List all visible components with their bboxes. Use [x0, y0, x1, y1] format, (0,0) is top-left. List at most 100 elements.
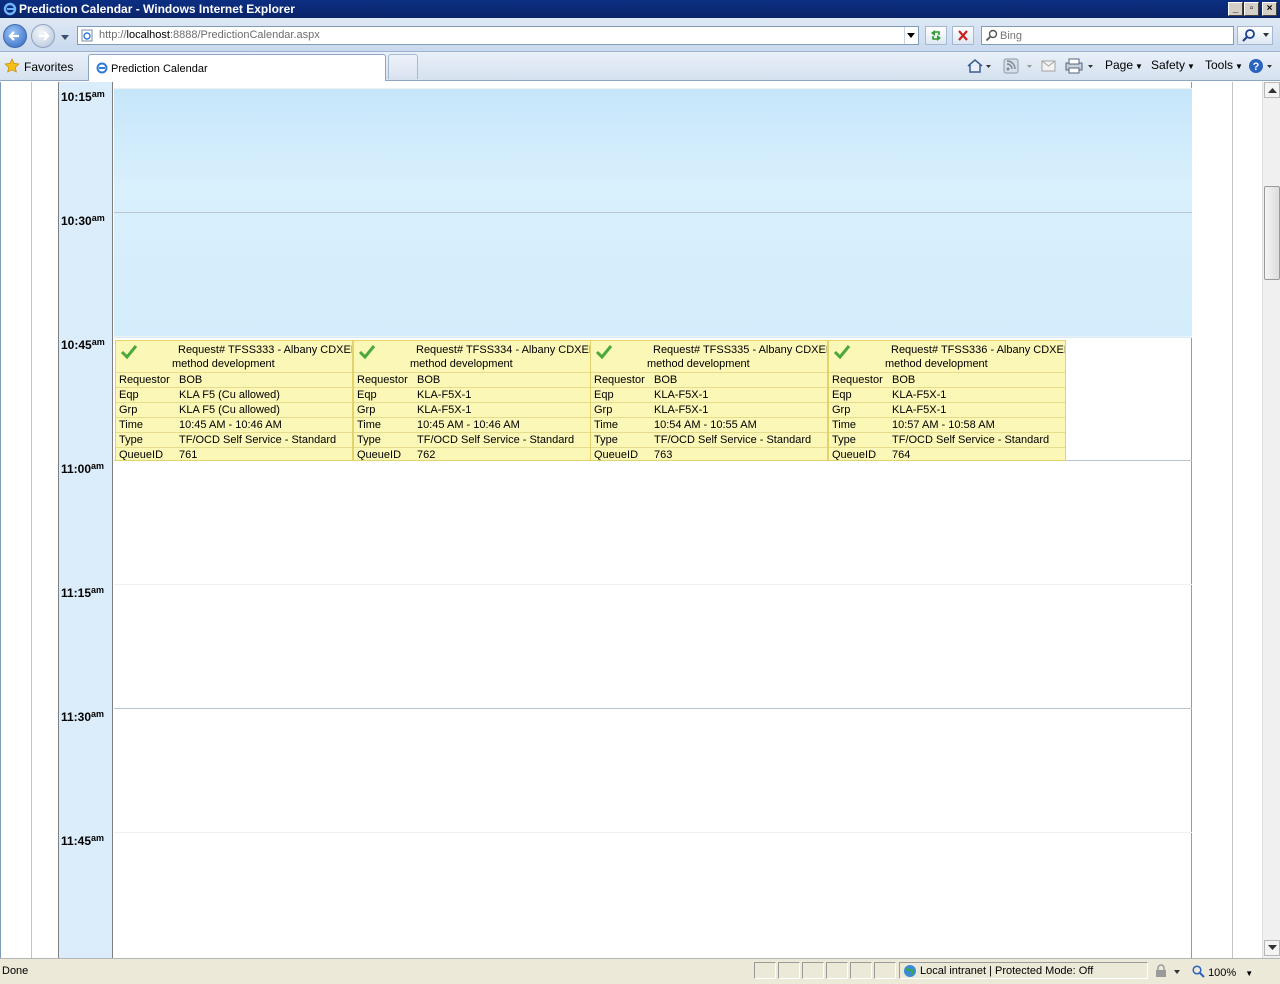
- page-icon: [96, 62, 108, 74]
- star-icon: [4, 58, 20, 73]
- recent-pages-dropdown-icon[interactable]: [60, 32, 70, 42]
- search-icon: [985, 29, 998, 42]
- slot-divider: [114, 336, 1192, 337]
- time-slot-label: 10:30am: [61, 213, 105, 228]
- page-menu[interactable]: Page ▼: [1105, 58, 1143, 72]
- zoom-control[interactable]: 100% ▼: [1192, 965, 1253, 979]
- event-field-value: BOB: [414, 372, 590, 388]
- event-field-label: Type: [591, 432, 651, 448]
- search-button[interactable]: [1237, 26, 1273, 45]
- vertical-scrollbar[interactable]: [1262, 82, 1280, 958]
- calendar-grid[interactable]: Request# TFSS333 - Albany CDXEM method de…: [114, 82, 1192, 958]
- event-field-value: 761: [176, 447, 352, 460]
- print-icon[interactable]: [1064, 57, 1096, 75]
- event-detail-row: Time 10:45 AM - 10:46 AM: [354, 417, 590, 433]
- event-field-label: Requestor: [354, 372, 414, 388]
- event-card[interactable]: Request# TFSS334 - Albany CDXEM method de…: [353, 340, 591, 461]
- event-detail-row: Grp KLA-F5X-1: [829, 402, 1065, 418]
- scrollbar-thumb[interactable]: [1264, 186, 1280, 280]
- event-field-label: Time: [116, 417, 176, 433]
- event-detail-row: Eqp KLA-F5X-1: [591, 387, 827, 403]
- event-details-table: Requestor BOB Eqp KLA-F5X-1 Grp KLA-F5X-1 Time…: [354, 372, 590, 460]
- tab-prediction-calendar[interactable]: Prediction Calendar: [88, 54, 386, 81]
- event-field-value: TF/OCD Self Service - Standard: [176, 432, 352, 448]
- help-icon[interactable]: ?: [1248, 57, 1276, 75]
- event-field-label: Time: [591, 417, 651, 433]
- event-detail-row: QueueID 763: [591, 447, 827, 460]
- feeds-icon[interactable]: [1003, 57, 1035, 75]
- event-field-value: BOB: [176, 372, 352, 388]
- event-detail-row: QueueID 761: [116, 447, 352, 460]
- back-button[interactable]: [3, 24, 27, 48]
- close-window-button[interactable]: ×: [1262, 2, 1277, 16]
- event-field-label: Grp: [591, 402, 651, 418]
- window-title-bar: Prediction Calendar - Windows Internet E…: [0, 0, 1280, 18]
- highlighted-time-range: [114, 88, 1192, 338]
- address-bar[interactable]: http://localhost:8888/PredictionCalendar…: [77, 26, 919, 45]
- checkmark-icon: [833, 345, 851, 360]
- event-details-table: Requestor BOB Eqp KLA-F5X-1 Grp KLA-F5X-1 Time…: [591, 372, 827, 460]
- slot-divider: [114, 832, 1192, 833]
- favorites-label: Favorites: [24, 60, 74, 74]
- event-field-value: 10:57 AM - 10:58 AM: [889, 417, 1065, 433]
- event-field-value: 764: [889, 447, 1065, 460]
- status-pane: [754, 962, 776, 979]
- event-detail-row: Requestor BOB: [354, 372, 590, 388]
- restore-button[interactable]: ▫: [1244, 2, 1259, 16]
- scroll-down-button[interactable]: [1264, 940, 1280, 956]
- home-icon[interactable]: [966, 57, 992, 75]
- event-field-label: QueueID: [354, 447, 414, 460]
- event-detail-row: Requestor BOB: [591, 372, 827, 388]
- time-slot-label: 10:15am: [61, 89, 105, 104]
- zone-text: Local intranet | Protected Mode: Off: [920, 965, 1094, 977]
- search-input[interactable]: [1000, 28, 1230, 43]
- event-field-value: TF/OCD Self Service - Standard: [889, 432, 1065, 448]
- search-box[interactable]: [981, 26, 1234, 45]
- status-pane: [874, 962, 896, 979]
- forward-button[interactable]: [31, 24, 55, 48]
- event-field-label: QueueID: [829, 447, 889, 460]
- event-detail-row: Time 10:57 AM - 10:58 AM: [829, 417, 1065, 433]
- slot-divider: [114, 708, 1192, 709]
- security-zone[interactable]: Local intranet | Protected Mode: Off: [899, 962, 1148, 979]
- event-subtitle: method development: [885, 358, 988, 370]
- safety-menu[interactable]: Safety ▼: [1151, 58, 1195, 72]
- event-field-value: 10:45 AM - 10:46 AM: [414, 417, 590, 433]
- scroll-up-button[interactable]: [1264, 82, 1280, 98]
- navigation-bar: http://localhost:8888/PredictionCalendar…: [0, 18, 1280, 52]
- event-detail-row: Eqp KLA-F5X-1: [354, 387, 590, 403]
- event-field-label: Eqp: [116, 387, 176, 403]
- event-field-label: Requestor: [829, 372, 889, 388]
- event-card[interactable]: Request# TFSS335 - Albany CDXEM method de…: [590, 340, 828, 461]
- refresh-button[interactable]: [925, 26, 947, 45]
- event-field-value: 10:54 AM - 10:55 AM: [651, 417, 827, 433]
- event-field-label: Grp: [116, 402, 176, 418]
- read-mail-icon[interactable]: [1041, 57, 1057, 75]
- tools-menu[interactable]: Tools ▼: [1205, 58, 1243, 72]
- url-text[interactable]: http://localhost:8888/PredictionCalendar…: [99, 29, 320, 41]
- event-field-label: Eqp: [354, 387, 414, 403]
- event-detail-row: Grp KLA-F5X-1: [591, 402, 827, 418]
- event-field-value: BOB: [889, 372, 1065, 388]
- status-pane: [826, 962, 848, 979]
- event-field-value: KLA F5 (Cu allowed): [176, 387, 352, 403]
- event-field-label: Time: [354, 417, 414, 433]
- status-pane: [850, 962, 872, 979]
- stop-button[interactable]: [952, 26, 974, 45]
- event-card[interactable]: Request# TFSS333 - Albany CDXEM method de…: [115, 340, 353, 461]
- event-card[interactable]: Request# TFSS336 - Albany CDXEM method de…: [828, 340, 1066, 461]
- event-detail-row: Requestor BOB: [829, 372, 1065, 388]
- address-dropdown-button[interactable]: [904, 27, 918, 44]
- event-detail-row: QueueID 762: [354, 447, 590, 460]
- event-detail-row: Eqp KLA-F5X-1: [829, 387, 1065, 403]
- event-field-value: 763: [651, 447, 827, 460]
- prediction-calendar: 10:15am 10:30am 10:45am 11:00am 11:15am 11:30…: [58, 82, 1192, 958]
- tab-label: Prediction Calendar: [111, 63, 208, 75]
- slot-divider: [114, 584, 1192, 585]
- minimize-button[interactable]: _: [1228, 2, 1243, 16]
- time-slot-label: 11:00am: [61, 461, 105, 476]
- protected-mode-icon[interactable]: [1154, 964, 1184, 979]
- new-tab-button[interactable]: [388, 54, 418, 79]
- favorites-button[interactable]: Favorites: [4, 58, 73, 76]
- event-subtitle: method development: [647, 358, 750, 370]
